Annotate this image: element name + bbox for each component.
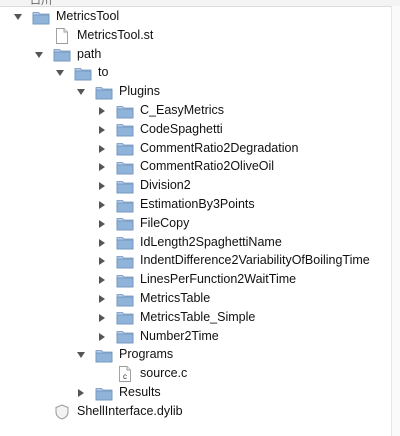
folder-icon [95, 385, 113, 401]
folder-icon [95, 84, 113, 100]
tree-row-label: to [98, 65, 109, 80]
disclosure-triangle-collapsed-icon[interactable] [96, 161, 108, 173]
tree-row-label: Programs [119, 347, 174, 362]
tree-row-label: C_EasyMetrics [140, 103, 225, 117]
disclosure-triangle-collapsed-icon[interactable] [96, 274, 108, 286]
disclosure-triangle-collapsed-icon[interactable] [96, 105, 108, 117]
tree-row-label: CodeSpaghetti [140, 121, 223, 136]
tree-row-label: source.c [140, 366, 188, 381]
tree-row-label: ShellInterface.dylib [77, 403, 183, 418]
disclosure-triangle-expanded-icon[interactable] [75, 349, 87, 361]
tree-row-path[interactable]: path [0, 45, 400, 64]
folder-icon [95, 347, 113, 363]
tree-row-label: LinesPerFunction2WaitTime [140, 272, 297, 287]
disclosure-triangle-collapsed-icon[interactable] [96, 180, 108, 192]
folder-icon [116, 103, 134, 119]
tree-row-estimationby3points[interactable]: EstimationBy3Points [0, 195, 400, 214]
tree-row-division2[interactable]: Division2 [0, 176, 400, 195]
c-source-file-icon: c [116, 366, 134, 383]
folder-icon [116, 178, 134, 194]
tree-row-commentratio2oliveoil[interactable]: CommentRatio2OliveOil [0, 157, 400, 176]
disclosure-triangle-collapsed-icon[interactable] [96, 255, 108, 267]
tree-row-shellinterface-dylib[interactable]: ShellInterface.dylib [0, 402, 400, 421]
disclosure-triangle-expanded-icon[interactable] [12, 11, 24, 23]
tree-row-commentratio2degradation[interactable]: CommentRatio2Degradation [0, 139, 400, 158]
tree-row-codespaghetti[interactable]: CodeSpaghetti [0, 120, 400, 139]
disclosure-triangle-collapsed-icon[interactable] [96, 143, 108, 155]
tree-row-plugins[interactable]: Plugins [0, 82, 400, 101]
tree-row-filecopy[interactable]: FileCopy [0, 214, 400, 233]
disclosure-triangle-expanded-icon[interactable] [75, 86, 87, 98]
folder-icon [116, 310, 134, 326]
tree-row-label: IdLength2SpaghettiName [140, 234, 282, 249]
disclosure-triangle-expanded-icon[interactable] [33, 49, 45, 61]
tree-row-label: MetricsTable_Simple [140, 309, 256, 324]
tree-row-label: CommentRatio2OliveOil [140, 159, 275, 174]
tree-row-label: IndentDifference2VariabilityOfBoilingTim… [140, 253, 370, 268]
disclosure-triangle-collapsed-icon[interactable] [96, 199, 108, 211]
tree-row-label: Plugins [119, 84, 160, 99]
folder-icon [116, 253, 134, 269]
tree-row-label: Division2 [140, 178, 191, 193]
vertical-scrollbar[interactable] [391, 6, 400, 436]
folder-icon [32, 9, 50, 25]
folder-icon [116, 122, 134, 138]
tree-row-number2time[interactable]: Number2Time [0, 327, 400, 346]
tree-row-label: MetricsTool [56, 9, 120, 23]
folder-icon [53, 47, 71, 63]
folder-icon [74, 65, 92, 81]
tree-row-metricstable[interactable]: MetricsTable [0, 289, 400, 308]
folder-icon [116, 235, 134, 251]
folder-icon [116, 272, 134, 288]
disclosure-triangle-expanded-icon[interactable] [54, 67, 66, 79]
tree-row-metricstable-simple[interactable]: MetricsTable_Simple [0, 308, 400, 327]
svg-text:c: c [123, 372, 127, 381]
folder-icon [116, 159, 134, 175]
disclosure-triangle-collapsed-icon[interactable] [96, 293, 108, 305]
disclosure-triangle-collapsed-icon[interactable] [96, 312, 108, 324]
tree-row-to[interactable]: to [0, 63, 400, 82]
disclosure-triangle-collapsed-icon[interactable] [96, 237, 108, 249]
dylib-shield-icon [53, 404, 71, 420]
tree-row-indentdifference2variabilityofboilingtime[interactable]: IndentDifference2VariabilityOfBoilingTim… [0, 251, 400, 270]
tree-row-linesperfunction2waittime[interactable]: LinesPerFunction2WaitTime [0, 270, 400, 289]
tree-row-label: Number2Time [140, 328, 219, 343]
tree-row-idlength2spaghettiname[interactable]: IdLength2SpaghettiName [0, 233, 400, 252]
folder-icon [116, 197, 134, 213]
folder-icon [116, 329, 134, 345]
top-strip: ロ川 [0, 0, 400, 7]
tree-row-metricstool-st[interactable]: MetricsTool.st [0, 26, 400, 45]
disclosure-triangle-collapsed-icon[interactable] [96, 124, 108, 136]
tree-row-label: MetricsTool.st [77, 27, 154, 42]
tree-row-source-c[interactable]: c source.c [0, 364, 400, 383]
tree-row-label: FileCopy [140, 215, 190, 230]
folder-icon [116, 291, 134, 307]
disclosure-triangle-collapsed-icon[interactable] [96, 218, 108, 230]
tree-row-label: Results [119, 385, 161, 399]
folder-icon [116, 216, 134, 232]
tree-row-label: path [77, 46, 102, 61]
file-icon [53, 27, 71, 44]
tree-row-metricstool[interactable]: MetricsTool [0, 7, 400, 26]
tree-row-label: CommentRatio2Degradation [140, 140, 299, 155]
folder-icon [116, 141, 134, 157]
disclosure-triangle-collapsed-icon[interactable] [75, 387, 87, 399]
tree-row-label: MetricsTable [140, 291, 211, 305]
tree-row-results[interactable]: Results [0, 383, 400, 402]
disclosure-triangle-collapsed-icon[interactable] [96, 331, 108, 343]
tree-row-label: EstimationBy3Points [140, 197, 255, 211]
tree-row-c-easymetrics[interactable]: C_EasyMetrics [0, 101, 400, 120]
tree-row-programs[interactable]: Programs [0, 345, 400, 364]
